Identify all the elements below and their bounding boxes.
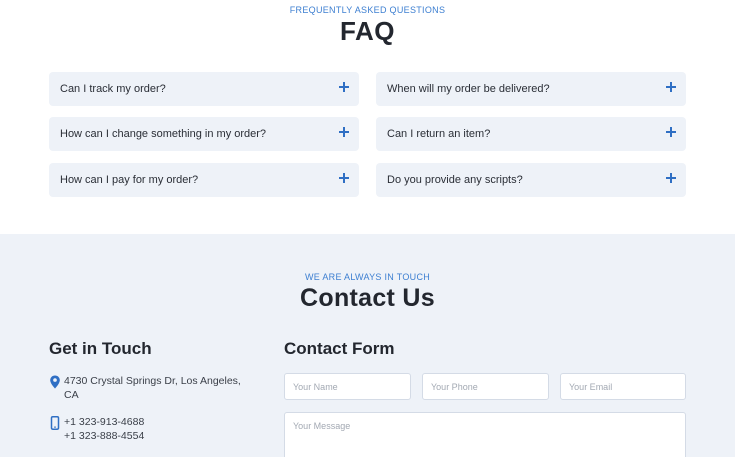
- plus-icon[interactable]: [339, 173, 349, 183]
- phone-number[interactable]: +1 323-913-4688: [64, 415, 144, 429]
- faq-item[interactable]: Can I track my order?: [49, 72, 359, 106]
- faq-item[interactable]: Do you provide any scripts?: [376, 163, 686, 197]
- faq-question: Do you provide any scripts?: [387, 174, 523, 186]
- address-text: 4730 Crystal Springs Dr, Los Angeles, CA: [64, 374, 241, 402]
- phone-block: +1 323-913-4688 +1 323-888-4554: [49, 415, 249, 445]
- faq-question: Can I return an item?: [387, 128, 491, 140]
- faq-section: FREQUENTLY ASKED QUESTIONS FAQ Can I tra…: [0, 0, 735, 234]
- plus-icon[interactable]: [339, 82, 349, 92]
- contact-title: Contact Us: [300, 284, 435, 312]
- faq-question: How can I pay for my order?: [60, 174, 199, 186]
- name-field[interactable]: [284, 373, 411, 400]
- message-field[interactable]: [284, 412, 686, 457]
- faq-question: How can I change something in my order?: [60, 128, 267, 140]
- get-in-touch-heading: Get in Touch: [49, 339, 152, 358]
- plus-icon[interactable]: [666, 127, 676, 137]
- email-field[interactable]: [560, 373, 686, 400]
- faq-item[interactable]: When will my order be delivered?: [376, 72, 686, 106]
- map-pin-icon: [50, 375, 60, 389]
- plus-icon[interactable]: [339, 127, 349, 137]
- contact-form-heading: Contact Form: [284, 339, 395, 358]
- faq-item[interactable]: How can I pay for my order?: [49, 163, 359, 197]
- address-block: 4730 Crystal Springs Dr, Los Angeles, CA: [49, 374, 249, 404]
- faq-eyebrow: FREQUENTLY ASKED QUESTIONS: [289, 5, 446, 15]
- plus-icon[interactable]: [666, 82, 676, 92]
- phone-text: +1 323-913-4688 +1 323-888-4554: [64, 415, 144, 443]
- phone-icon: [50, 416, 60, 430]
- faq-item[interactable]: Can I return an item?: [376, 117, 686, 151]
- contact-eyebrow: WE ARE ALWAYS IN TOUCH: [304, 272, 431, 282]
- address-line: CA: [64, 389, 79, 401]
- address-line: 4730 Crystal Springs Dr, Los Angeles,: [64, 375, 241, 387]
- phone-number[interactable]: +1 323-888-4554: [64, 429, 144, 443]
- plus-icon[interactable]: [666, 173, 676, 183]
- faq-question: When will my order be delivered?: [387, 83, 550, 95]
- faq-title: FAQ: [340, 16, 395, 46]
- faq-item[interactable]: How can I change something in my order?: [49, 117, 359, 151]
- faq-question: Can I track my order?: [60, 83, 166, 95]
- contact-section: WE ARE ALWAYS IN TOUCH Contact Us Get in…: [0, 234, 735, 457]
- phone-field[interactable]: [422, 373, 549, 400]
